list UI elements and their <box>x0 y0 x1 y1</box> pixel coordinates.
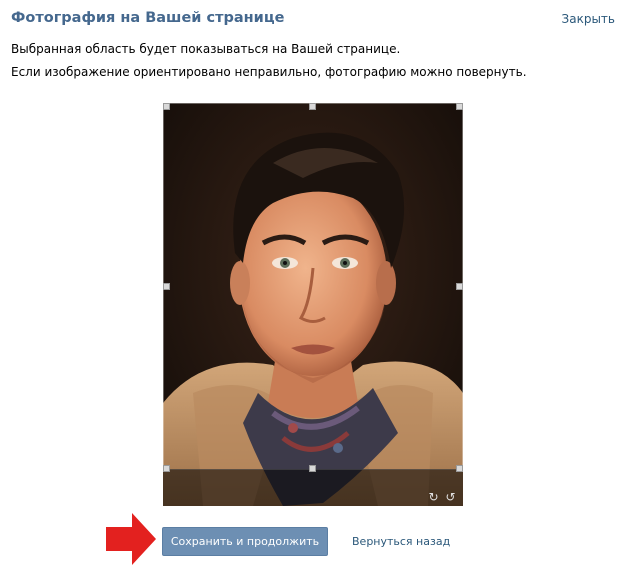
crop-handle-bottom-middle[interactable] <box>309 465 316 472</box>
rotate-left-icon[interactable]: ↻ <box>427 491 440 503</box>
photo-crop-area[interactable]: ↻ ↺ <box>163 103 463 506</box>
go-back-link[interactable]: Вернуться назад <box>352 535 450 548</box>
crop-handle-middle-left[interactable] <box>163 283 170 290</box>
crop-handle-top-right[interactable] <box>456 103 463 110</box>
crop-handle-bottom-right[interactable] <box>456 465 463 472</box>
portrait-photo <box>163 103 463 506</box>
save-and-continue-button[interactable]: Сохранить и продолжить <box>162 527 328 556</box>
crop-outside-shade <box>163 469 463 506</box>
dialog-title: Фотография на Вашей странице <box>11 10 285 26</box>
rotate-right-icon[interactable]: ↺ <box>444 491 457 503</box>
description-line-2: Если изображение ориентировано неправиль… <box>11 65 527 79</box>
description-line-1: Выбранная область будет показываться на … <box>11 42 401 56</box>
crop-handle-top-middle[interactable] <box>309 103 316 110</box>
close-link[interactable]: Закрыть <box>562 12 615 26</box>
crop-handle-bottom-left[interactable] <box>163 465 170 472</box>
photo-upload-dialog: Фотография на Вашей странице Закрыть Выб… <box>0 0 620 566</box>
crop-handle-middle-right[interactable] <box>456 283 463 290</box>
red-arrow-icon <box>106 513 156 565</box>
crop-handle-top-left[interactable] <box>163 103 170 110</box>
